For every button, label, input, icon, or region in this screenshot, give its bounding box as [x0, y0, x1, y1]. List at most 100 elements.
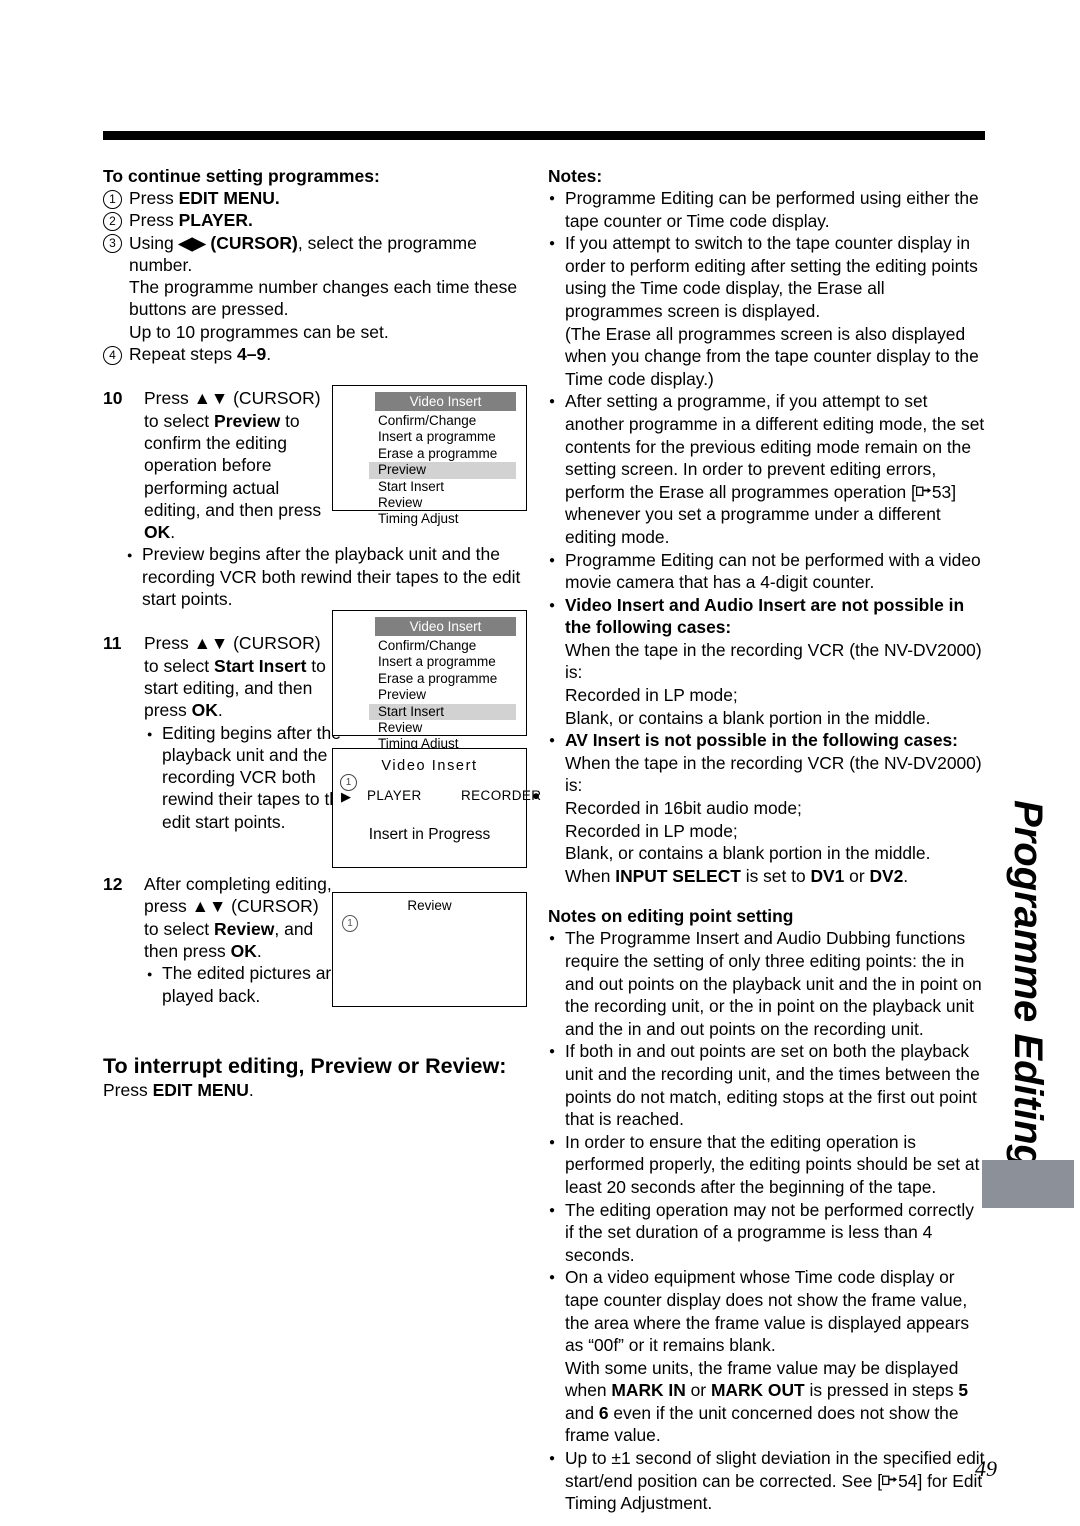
circled-number-icon: 4: [103, 345, 122, 365]
right-column: Notes: Programme Editing can be performe…: [548, 166, 985, 1515]
step-number: 12: [103, 874, 123, 895]
editpoint-note: The editing operation may not be perform…: [548, 1199, 985, 1267]
dv1-value: DV1: [810, 865, 845, 886]
editpoint-note-with-ref: Up to ±1 second of slight deviation in t…: [548, 1447, 985, 1515]
step-line: Press ▲▼ (CURSOR): [144, 388, 321, 409]
osd-item-erase-a-programme[interactable]: Erase a programme: [369, 671, 526, 687]
list-item: 2 Press PLAYER.: [103, 209, 533, 231]
page-reference: 53: [931, 481, 952, 502]
pointing-hand-icon: [915, 486, 931, 496]
step-line: then press OK.: [144, 940, 349, 962]
osd-item-list: Confirm/Change Insert a programme Erase …: [333, 636, 526, 753]
step-text: Using: [129, 232, 179, 253]
t: to: [306, 655, 326, 676]
osd-item-list: Confirm/Change Insert a programme Erase …: [333, 411, 526, 528]
circled-number-icon: 3: [103, 234, 122, 254]
continue-steps-list: 1 Press EDIT MENU. 2 Press PLAYER. 3 Using …: [103, 187, 533, 276]
step-12-bullet: The edited pictures are played back.: [147, 962, 349, 1007]
osd-item-preview[interactable]: Preview: [369, 462, 516, 479]
note-item: Programme Editing can be performed using…: [548, 187, 985, 232]
osd-item-review[interactable]: Review: [369, 720, 526, 736]
note-item: If you attempt to switch to the tape cou…: [548, 232, 985, 322]
osd-progress-row: 1 ▶ PLAYER RECORDER ●: [333, 774, 541, 804]
play-icon: ▶: [341, 789, 351, 804]
osd-title: Video Insert: [375, 617, 516, 636]
osd-item-insert-a-programme[interactable]: Insert a programme: [369, 429, 526, 445]
t: .: [170, 522, 176, 543]
t: to: [280, 410, 300, 431]
record-icon: ●: [532, 788, 541, 803]
edit-menu-button-name: EDIT MENU: [152, 1079, 249, 1100]
step-number: 11: [103, 633, 122, 654]
ok-button-name: OK: [191, 700, 218, 721]
step-body: Press ▲▼ (CURSOR) to select Preview to c…: [144, 387, 349, 543]
step-line: press ▲▼ (CURSOR): [144, 896, 319, 917]
step-10-bullet: Preview begins after the playback unit a…: [127, 543, 548, 610]
step-line: editing, and then press: [144, 499, 322, 520]
player-label: PLAYER: [367, 788, 422, 803]
note-item: Programme Editing can not be performed w…: [548, 549, 985, 594]
cursor-button-icon: ◀▶ (CURSOR): [178, 232, 298, 253]
step-line: to select Review, and: [144, 918, 349, 940]
osd-title: Video Insert: [375, 392, 516, 411]
circled-number-icon: 1: [103, 189, 122, 209]
editpoint-note: The Programme Insert and Audio Dubbing f…: [548, 927, 985, 1040]
recorder-label: RECORDER: [461, 788, 542, 803]
osd-progress-title: Video Insert: [381, 758, 478, 774]
osd-item-timing-adjust[interactable]: Timing Adjust: [369, 511, 526, 527]
osd-menu-start-insert: Video Insert Confirm/Change Insert a pro…: [332, 610, 527, 751]
osd-item-preview[interactable]: Preview: [369, 687, 526, 703]
page-number: 49: [975, 1456, 997, 1481]
note-item: Recorded in LP mode;: [565, 820, 738, 841]
step-line: performing actual: [144, 477, 280, 498]
step-line: to select Start Insert to: [144, 655, 349, 677]
osd-item-review[interactable]: Review: [369, 495, 526, 511]
continue-note-2: Up to 10 programmes can be set.: [129, 321, 389, 342]
osd-item-erase-a-programme[interactable]: Erase a programme: [369, 446, 526, 462]
step-line: start editing, and then: [144, 677, 313, 698]
step-ref-6: 6: [598, 1402, 609, 1423]
ok-button-name: OK: [230, 940, 257, 961]
list-item: 3 Using ◀▶ (CURSOR), select the programme…: [103, 232, 533, 277]
note-item-bold: Video Insert and Audio Insert are not po…: [548, 594, 985, 639]
interrupt-text: Press EDIT MENU.: [103, 1079, 533, 1101]
osd-item-confirm-change[interactable]: Confirm/Change: [369, 638, 526, 654]
t: .: [248, 1079, 254, 1100]
t: or: [844, 865, 870, 886]
step-line: to select Preview to: [144, 410, 349, 432]
editpoint-heading: Notes on editing point setting: [548, 906, 794, 927]
notes-heading: Notes:: [548, 166, 603, 186]
side-tab-label: Programme Editing: [1006, 800, 1050, 1169]
step-bold: EDIT MENU.: [178, 188, 280, 208]
list-item: 4 Repeat steps 4–9.: [103, 343, 533, 365]
editpoint-note-mixed: With some units, the frame value may be …: [548, 1357, 985, 1447]
osd-review: Review 1: [332, 892, 527, 1007]
step-11-bullet: Editing begins after the playback unit a…: [147, 722, 349, 833]
circled-number-icon: 2: [103, 211, 122, 231]
osd-item-confirm-change[interactable]: Confirm/Change: [369, 413, 526, 429]
t: then press: [144, 940, 231, 961]
t: even if the unit concerned does not show…: [565, 1402, 959, 1446]
menu-name-review: Review: [214, 918, 275, 939]
list-item: 1 Press EDIT MENU.: [103, 187, 533, 209]
editpoint-note: If both in and out points are set on bot…: [548, 1040, 985, 1130]
step-text: Press: [129, 210, 179, 231]
editpoint-note: On a video equipment whose Time code dis…: [548, 1266, 985, 1356]
t: When: [565, 865, 616, 886]
note-item: Blank, or contains a blank portion in th…: [565, 707, 931, 728]
step-ref-5: 5: [958, 1380, 969, 1401]
input-select-button-name: INPUT SELECT: [615, 865, 741, 886]
osd-item-start-insert[interactable]: Start Insert: [369, 479, 526, 495]
t: or: [685, 1380, 711, 1401]
step-body: After completing editing, press ▲▼ (CURS…: [144, 873, 349, 1007]
osd-item-start-insert[interactable]: Start Insert: [369, 703, 516, 721]
t: , and: [274, 918, 314, 939]
step-line: Press ▲▼ (CURSOR): [144, 633, 321, 654]
osd-item-insert-a-programme[interactable]: Insert a programme: [369, 654, 526, 670]
pointing-hand-icon: [882, 1475, 898, 1485]
step-line: operation before: [144, 455, 272, 476]
mark-in-button-name: MARK IN: [611, 1380, 686, 1401]
continue-heading: To continue setting programmes:: [103, 166, 380, 186]
note-item: Blank, or contains a blank portion in th…: [565, 843, 931, 864]
t: .: [217, 700, 223, 721]
